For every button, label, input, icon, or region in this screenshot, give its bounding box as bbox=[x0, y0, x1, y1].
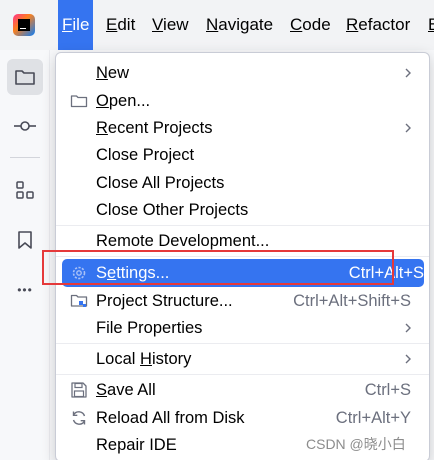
menu-item-label: Recent Projects bbox=[96, 119, 213, 137]
menu-separator bbox=[56, 374, 429, 375]
app-logo-icon[interactable] bbox=[13, 14, 35, 36]
menu-item-label: Local History bbox=[96, 350, 192, 368]
watermark-text: CSDN @晓小白 bbox=[306, 436, 406, 452]
main-menu-bar: File Edit View Navigate Code Refactor B bbox=[0, 0, 434, 50]
tool-window-strip: ••• bbox=[0, 50, 50, 460]
menu-item-close-project[interactable]: Close Project bbox=[56, 141, 429, 169]
file-menu-dropdown: New Open... Recent Projects Close Projec… bbox=[55, 52, 430, 460]
menu-refactor[interactable]: Refactor bbox=[342, 0, 414, 50]
menu-separator bbox=[56, 225, 429, 226]
chevron-right-icon bbox=[405, 354, 411, 364]
menu-item-local-history[interactable]: Local History bbox=[56, 345, 429, 373]
menu-item-new[interactable]: New bbox=[56, 59, 429, 87]
menu-separator bbox=[56, 256, 429, 257]
menu-item-save-all[interactable]: Save All Ctrl+S bbox=[56, 376, 429, 404]
menu-item-label: Save All bbox=[96, 381, 156, 399]
menu-file[interactable]: File bbox=[58, 0, 94, 50]
menu-item-project-structure[interactable]: Project Structure... Ctrl+Alt+Shift+S bbox=[56, 287, 429, 315]
menu-view[interactable]: View bbox=[148, 0, 193, 50]
reload-icon bbox=[72, 411, 86, 425]
menu-item-recent-projects[interactable]: Recent Projects bbox=[56, 114, 429, 142]
menu-item-label: Close Other Projects bbox=[96, 201, 249, 219]
chevron-right-icon bbox=[405, 123, 411, 133]
more-icon[interactable]: ••• bbox=[7, 272, 43, 308]
menu-item-open[interactable]: Open... bbox=[56, 87, 429, 115]
shortcut-label: Ctrl+Alt+Shift+S bbox=[293, 292, 411, 310]
menu-item-settings[interactable]: Settings... Ctrl+Alt+S bbox=[62, 259, 424, 287]
gear-icon bbox=[72, 266, 86, 280]
toolstrip-divider bbox=[10, 157, 40, 158]
menu-item-label: New bbox=[96, 64, 130, 82]
menu-build[interactable]: B bbox=[424, 0, 434, 50]
chevron-right-icon bbox=[405, 68, 411, 78]
structure-icon[interactable] bbox=[7, 172, 43, 208]
folder-icon bbox=[70, 95, 88, 108]
menu-item-label: Open... bbox=[96, 92, 151, 110]
menu-item-file-properties[interactable]: File Properties bbox=[56, 314, 429, 342]
menu-item-close-other-projects[interactable]: Close Other Projects bbox=[56, 196, 429, 224]
menu-item-label: Project Structure... bbox=[96, 292, 233, 310]
menu-item-label: Settings... bbox=[96, 264, 170, 282]
menu-item-label: Close All Projects bbox=[96, 174, 225, 192]
menu-edit[interactable]: Edit bbox=[102, 0, 139, 50]
menu-item-label: Repair IDE bbox=[96, 436, 177, 454]
folder-icon[interactable] bbox=[7, 59, 43, 95]
menu-item-label: File Properties bbox=[96, 319, 203, 337]
menu-code[interactable]: Code bbox=[286, 0, 335, 50]
commit-icon[interactable] bbox=[7, 108, 43, 144]
shortcut-label: Ctrl+S bbox=[364, 381, 411, 399]
menu-item-reload-all[interactable]: Reload All from Disk Ctrl+Alt+Y bbox=[56, 404, 429, 432]
save-icon bbox=[71, 382, 87, 398]
menu-item-label: Remote Development... bbox=[96, 232, 270, 250]
chevron-right-icon bbox=[405, 323, 411, 333]
menu-item-close-all-projects[interactable]: Close All Projects bbox=[56, 169, 429, 197]
menu-item-label: Close Project bbox=[96, 146, 195, 164]
menu-item-remote-development[interactable]: Remote Development... bbox=[56, 227, 429, 255]
menu-navigate[interactable]: Navigate bbox=[202, 0, 277, 50]
menu-separator bbox=[56, 343, 429, 344]
project-structure-icon bbox=[70, 294, 88, 307]
bookmark-icon[interactable] bbox=[7, 222, 43, 258]
menu-item-label: Reload All from Disk bbox=[96, 409, 245, 427]
shortcut-label: Ctrl+Alt+Y bbox=[335, 409, 411, 427]
shortcut-label: Ctrl+Alt+S bbox=[348, 264, 424, 282]
